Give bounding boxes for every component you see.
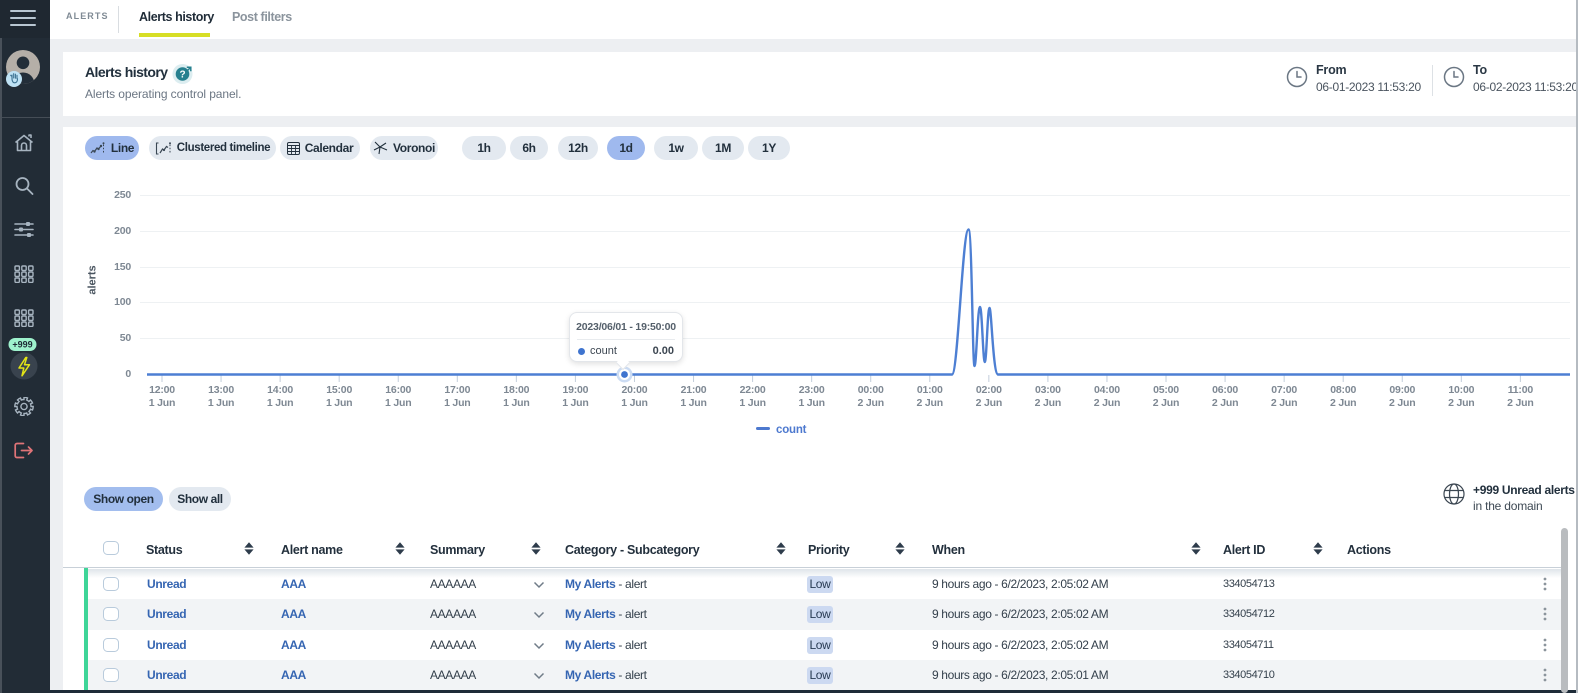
- svg-text:+999: +999: [12, 340, 32, 350]
- svg-text:?: ?: [179, 70, 185, 81]
